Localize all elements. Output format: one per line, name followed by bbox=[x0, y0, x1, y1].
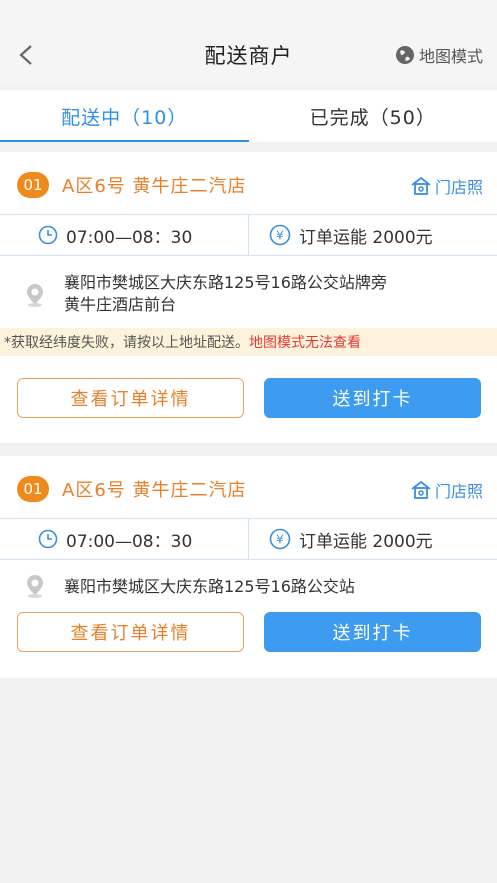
store-photo-label: 门店照 bbox=[434, 178, 483, 197]
page-title: 配送商户 bbox=[204, 44, 293, 68]
info-row: 07:00—08：30 ¥ 订单运能 2000元 bbox=[0, 214, 497, 256]
globe-icon bbox=[395, 46, 414, 64]
location-warning: *获取经纬度失败，请按以上地址配送。 地图模式无法查看 bbox=[0, 328, 497, 356]
svg-text:¥: ¥ bbox=[276, 533, 284, 547]
time-text: 07:00—08：30 bbox=[66, 531, 193, 552]
yen-icon: ¥ bbox=[269, 528, 291, 550]
store-row: 01 A区6号 黄牛庄二汽店 门店照 bbox=[0, 456, 497, 518]
chevron-left-icon bbox=[19, 45, 32, 65]
delivery-time: 07:00—08：30 bbox=[0, 519, 249, 559]
delivery-time: 07:00—08：30 bbox=[0, 215, 249, 255]
tab-completed[interactable]: 已完成（50） bbox=[249, 90, 497, 142]
warning-text: *获取经纬度失败，请按以上地址配送。 bbox=[4, 335, 249, 351]
location-pin-icon bbox=[27, 284, 43, 307]
info-row: 07:00—08：30 ¥ 订单运能 2000元 bbox=[0, 518, 497, 560]
order-index-badge: 01 bbox=[17, 172, 49, 198]
time-text: 07:00—08：30 bbox=[66, 227, 193, 248]
order-fee: ¥ 订单运能 2000元 bbox=[249, 215, 433, 255]
view-order-details-button[interactable]: 查看订单详情 bbox=[17, 378, 244, 418]
svg-text:¥: ¥ bbox=[276, 229, 284, 243]
order-index-badge: 01 bbox=[17, 476, 49, 502]
delivery-checkin-button[interactable]: 送到打卡 bbox=[264, 378, 481, 418]
home-icon bbox=[411, 480, 431, 499]
home-icon bbox=[411, 176, 431, 195]
address-line-1: 襄阳市樊城区大庆东路125号16路公交站牌旁 bbox=[64, 273, 387, 292]
yen-icon: ¥ bbox=[269, 224, 291, 246]
store-name: A区6号 黄牛庄二汽店 bbox=[62, 176, 247, 197]
warning-red-text: 地图模式无法查看 bbox=[249, 335, 361, 351]
address-line-1: 襄阳市樊城区大庆东路125号16路公交站 bbox=[64, 577, 355, 596]
clock-icon bbox=[38, 225, 58, 245]
clock-icon bbox=[38, 529, 58, 549]
map-mode-button[interactable]: 地图模式 bbox=[395, 43, 483, 67]
delivery-checkin-button[interactable]: 送到打卡 bbox=[264, 612, 481, 652]
fee-text: 订单运能 2000元 bbox=[299, 227, 433, 248]
address: 襄阳市樊城区大庆东路125号16路公交站牌旁 黄牛庄酒店前台 bbox=[0, 256, 497, 316]
order-card: 01 A区6号 黄牛庄二汽店 门店照 07:00—08：30 ¥ 订单运能 20… bbox=[0, 456, 497, 678]
tab-in-delivery[interactable]: 配送中（10） bbox=[0, 90, 249, 142]
view-order-details-button[interactable]: 查看订单详情 bbox=[17, 612, 244, 652]
store-name: A区6号 黄牛庄二汽店 bbox=[62, 480, 247, 501]
store-photo-link[interactable]: 门店照 bbox=[410, 478, 483, 502]
store-photo-label: 门店照 bbox=[434, 482, 483, 501]
location-pin-icon bbox=[27, 575, 43, 598]
order-card: 01 A区6号 黄牛庄二汽店 门店照 07:00—08：30 ¥ 订单运能 20… bbox=[0, 152, 497, 443]
app-header: 配送商户 地图模式 bbox=[0, 26, 497, 84]
address: 襄阳市樊城区大庆东路125号16路公交站 bbox=[0, 560, 497, 598]
address-line-2: 黄牛庄酒店前台 bbox=[64, 295, 177, 314]
store-row: 01 A区6号 黄牛庄二汽店 门店照 bbox=[0, 152, 497, 214]
store-photo-link[interactable]: 门店照 bbox=[410, 174, 483, 198]
fee-text: 订单运能 2000元 bbox=[299, 531, 433, 552]
status-bar bbox=[0, 0, 497, 26]
map-mode-label: 地图模式 bbox=[418, 47, 483, 66]
tab-bar: 配送中（10） 已完成（50） bbox=[0, 90, 497, 142]
order-fee: ¥ 订单运能 2000元 bbox=[249, 519, 433, 559]
back-button[interactable] bbox=[10, 38, 42, 72]
